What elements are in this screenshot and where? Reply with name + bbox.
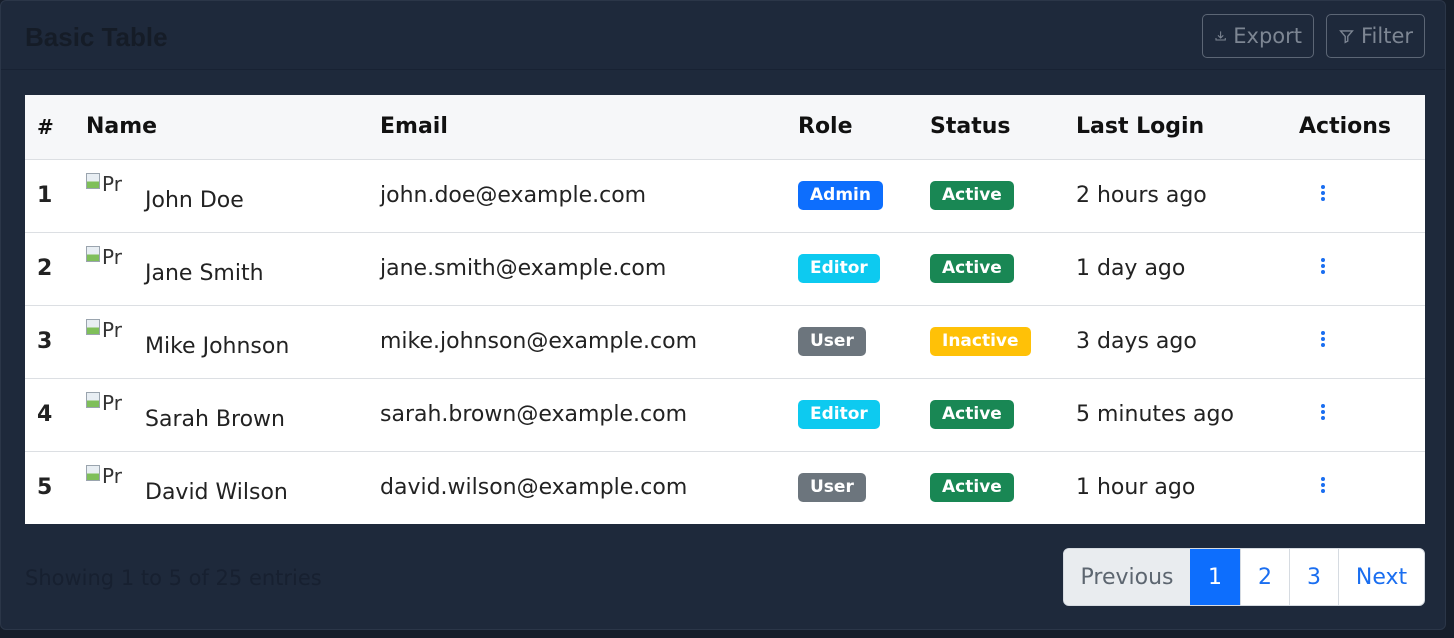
filter-icon <box>1339 30 1354 44</box>
entries-summary: Showing 1 to 5 of 25 entries <box>25 566 322 590</box>
col-header-email[interactable]: Email <box>380 95 798 159</box>
col-header-role[interactable]: Role <box>798 95 930 159</box>
broken-image-icon <box>86 391 100 408</box>
pagination-page-2[interactable]: 2 <box>1240 549 1289 605</box>
user-email: mike.johnson@example.com <box>380 329 698 354</box>
user-name: Mike Johnson <box>145 334 290 359</box>
user-name: Sarah Brown <box>145 407 285 432</box>
broken-image-icon <box>86 318 100 335</box>
table-header-row: # Name Email Role Status Last Login Acti… <box>25 95 1425 159</box>
user-email: david.wilson@example.com <box>380 475 688 501</box>
col-header-last-login[interactable]: Last Login <box>1076 95 1299 159</box>
pagination-next[interactable]: Next <box>1338 549 1424 605</box>
download-icon <box>1215 31 1226 41</box>
row-number: 1 <box>37 183 53 208</box>
avatar: Pr <box>86 169 134 209</box>
last-login: 1 hour ago <box>1076 475 1196 501</box>
users-table: # Name Email Role Status Last Login Acti… <box>25 95 1425 524</box>
table-row: 2 Pr Jane Smith jane.smith@example.com Edito… <box>25 232 1425 305</box>
table-row: 4 Pr Sarah Brown sarah.brown@example.com Edi… <box>25 378 1425 451</box>
pagination: Previous 1 2 3 Next <box>1063 548 1425 606</box>
avatar-alt-text: Pr <box>102 317 122 342</box>
broken-image-icon <box>86 245 100 262</box>
more-vertical-icon[interactable] <box>1321 256 1327 276</box>
avatar-alt-text: Pr <box>102 463 122 488</box>
col-header-actions: Actions <box>1299 114 1391 140</box>
pagination-previous[interactable]: Previous <box>1064 549 1190 605</box>
pagination-page-1[interactable]: 1 <box>1190 549 1240 605</box>
last-login: 5 minutes ago <box>1076 402 1234 427</box>
table-row: 1 Pr John Doe john.doe@example.com Admin Acti… <box>25 159 1425 232</box>
avatar: Pr <box>86 388 134 428</box>
row-number: 4 <box>37 402 53 427</box>
col-header-status[interactable]: Status <box>930 95 1076 159</box>
last-login: 1 day ago <box>1076 256 1186 281</box>
filter-label: Filter <box>1360 24 1413 48</box>
status-badge: Active <box>930 473 1014 503</box>
user-email: john.doe@example.com <box>380 183 647 208</box>
card-header: Basic Table Export Filter <box>1 1 1445 70</box>
avatar: Pr <box>86 461 134 501</box>
filter-button[interactable]: Filter <box>1326 14 1425 58</box>
user-email: sarah.brown@example.com <box>380 402 688 427</box>
status-badge: Inactive <box>930 327 1031 356</box>
role-badge: User <box>798 327 866 356</box>
user-name: David Wilson <box>145 480 288 506</box>
status-badge: Active <box>930 181 1014 210</box>
user-email: jane.smith@example.com <box>380 256 667 281</box>
more-vertical-icon[interactable] <box>1321 329 1327 349</box>
last-login: 2 hours ago <box>1076 183 1207 208</box>
avatar-alt-text: Pr <box>102 390 122 415</box>
role-badge: User <box>798 473 866 503</box>
row-number: 2 <box>37 256 53 281</box>
col-header-name[interactable]: Name <box>86 95 380 159</box>
avatar: Pr <box>86 242 134 282</box>
table-row: 5 Pr David Wilson david.wilson@example.com U… <box>25 451 1425 524</box>
row-number: 5 <box>37 475 53 501</box>
more-vertical-icon[interactable] <box>1321 402 1327 422</box>
avatar-alt-text: Pr <box>102 244 122 269</box>
export-label: Export <box>1233 24 1302 48</box>
broken-image-icon <box>86 172 100 189</box>
page-title: Basic Table <box>25 22 168 52</box>
avatar: Pr <box>86 315 134 355</box>
role-badge: Admin <box>798 181 883 210</box>
status-badge: Active <box>930 400 1014 429</box>
pagination-page-3[interactable]: 3 <box>1289 549 1338 605</box>
table-row: 3 Pr Mike Johnson mike.johnson@example.com U… <box>25 305 1425 378</box>
col-header-number[interactable]: # <box>25 95 86 159</box>
more-vertical-icon[interactable] <box>1321 183 1327 203</box>
role-badge: Editor <box>798 254 880 283</box>
status-badge: Active <box>930 254 1014 283</box>
export-button[interactable]: Export <box>1202 14 1314 58</box>
row-number: 3 <box>37 329 53 354</box>
user-name: John Doe <box>145 188 244 213</box>
more-vertical-icon[interactable] <box>1321 475 1327 495</box>
broken-image-icon <box>86 464 100 481</box>
user-name: Jane Smith <box>145 261 264 286</box>
last-login: 3 days ago <box>1076 329 1197 354</box>
role-badge: Editor <box>798 400 880 429</box>
avatar-alt-text: Pr <box>102 171 122 196</box>
table-card: Basic Table Export Filter # Name Email R… <box>0 0 1446 630</box>
